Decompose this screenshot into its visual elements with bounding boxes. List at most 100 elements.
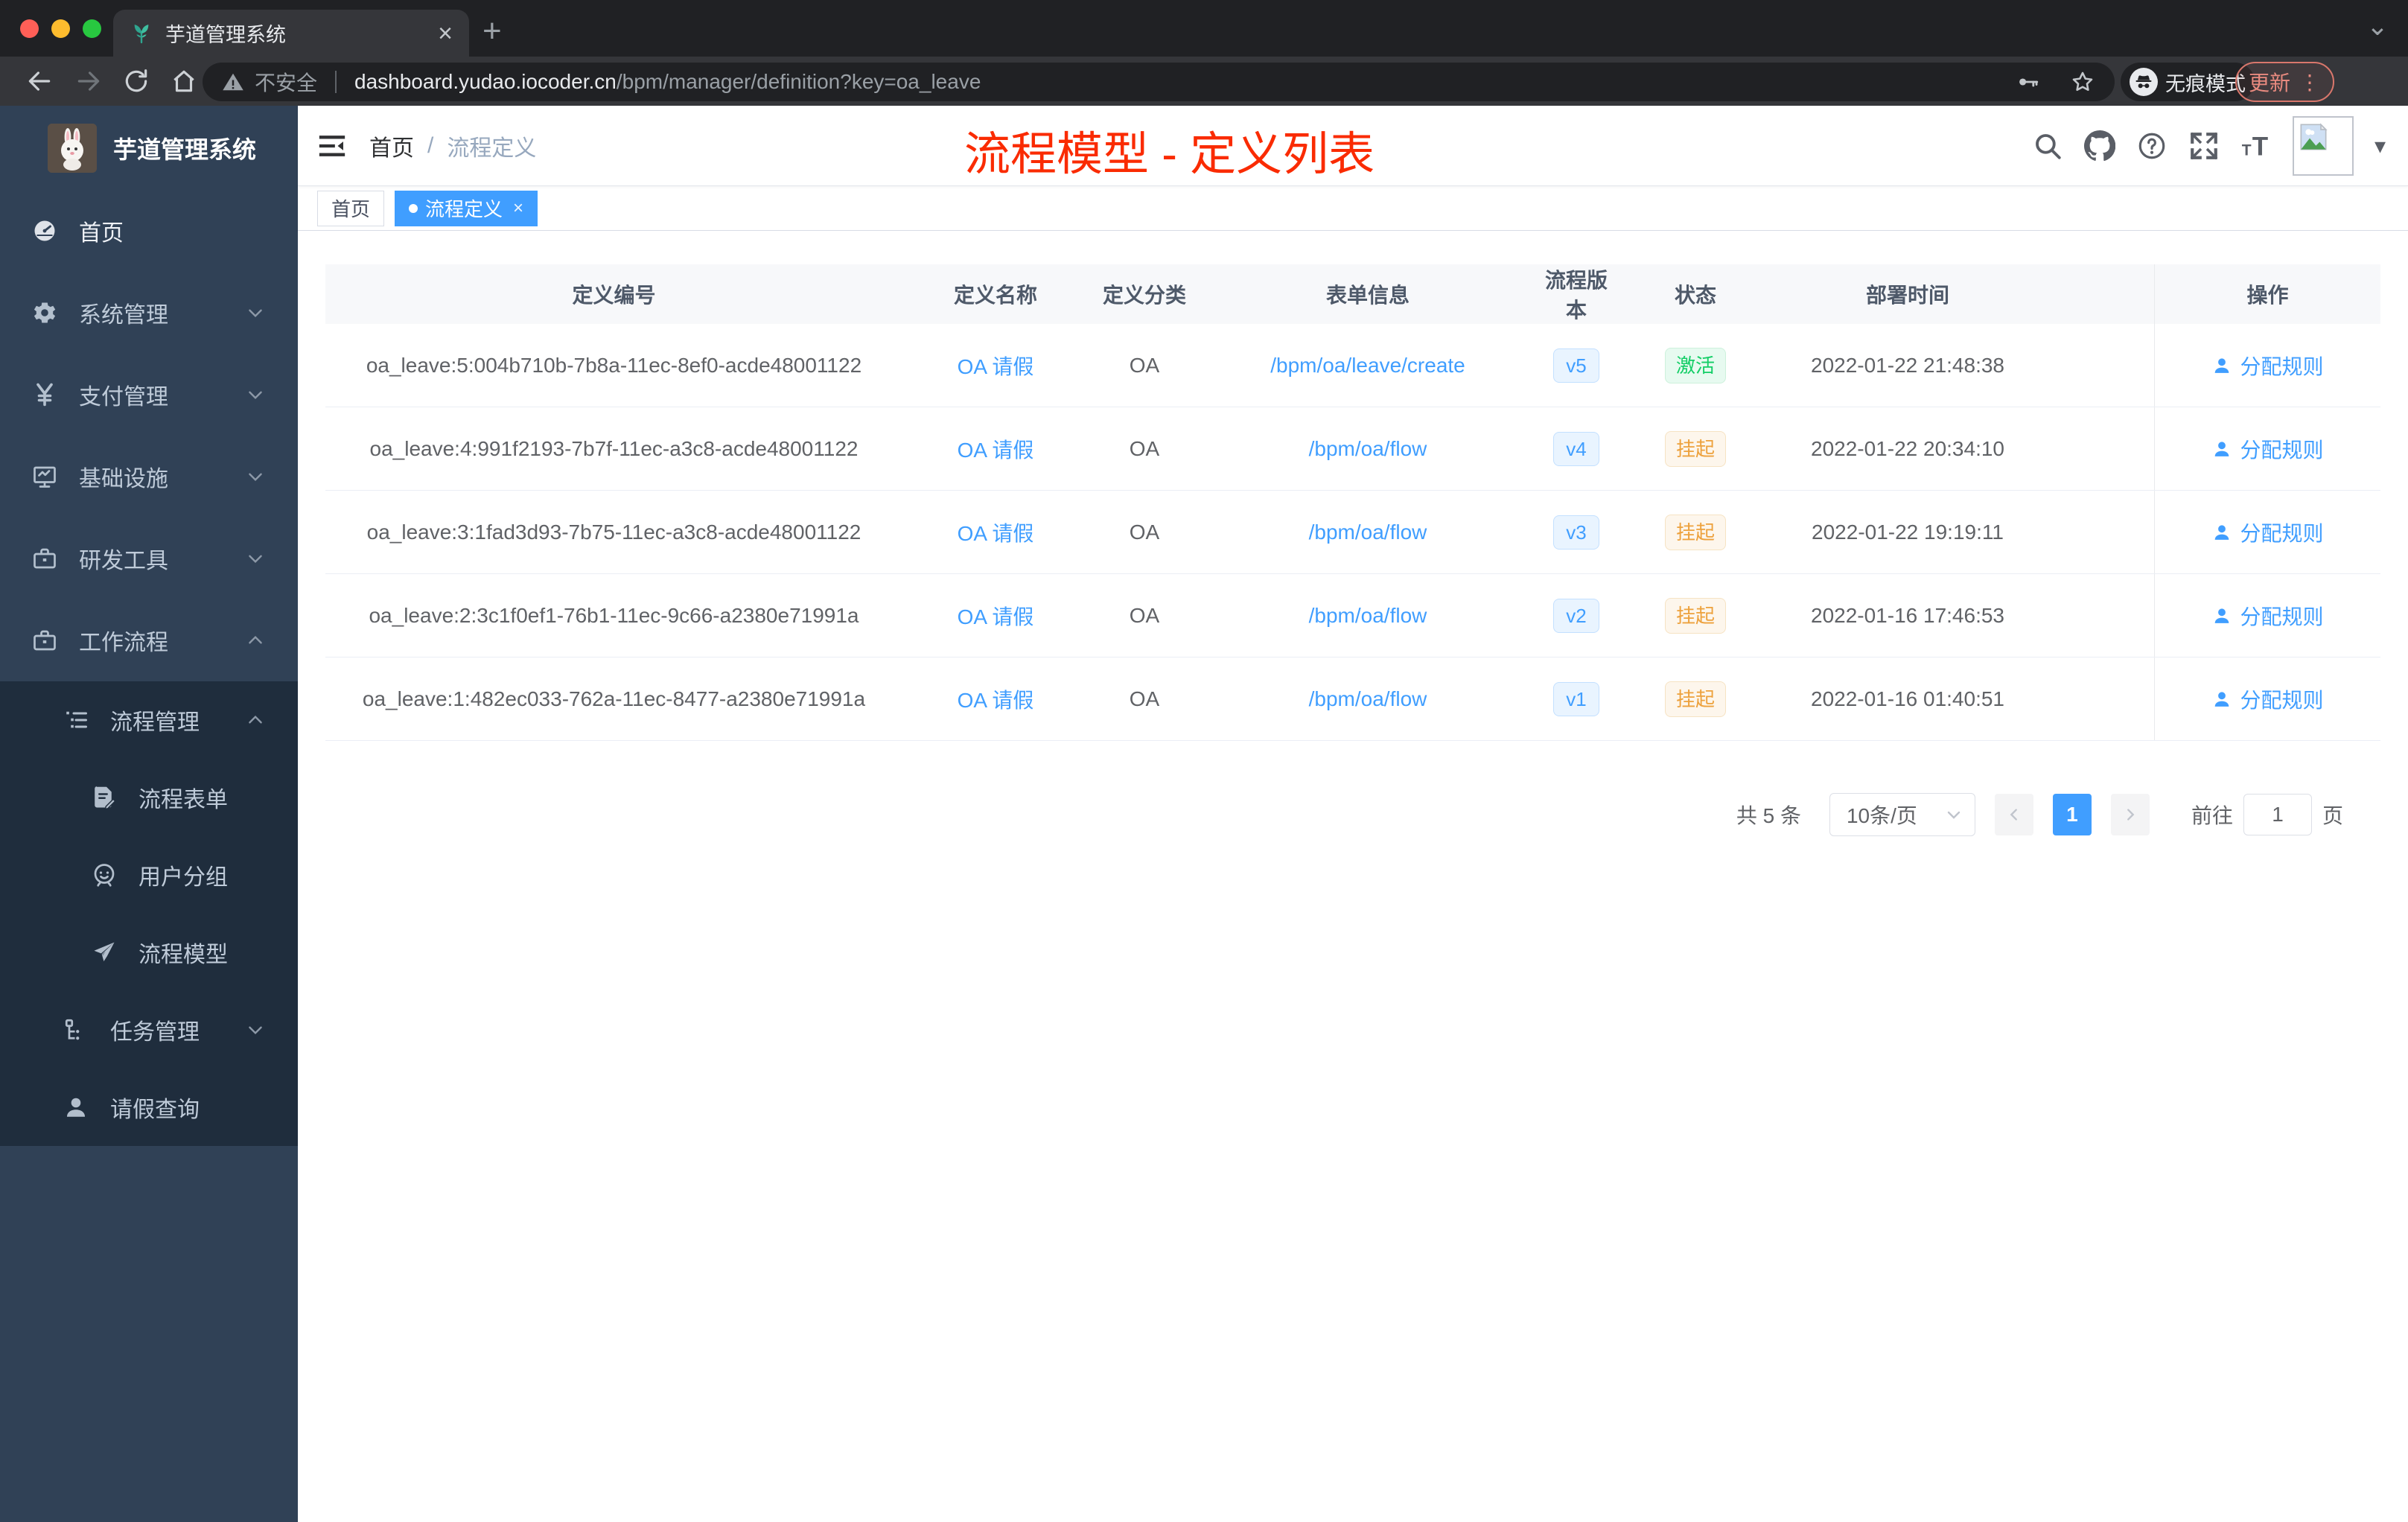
- bookmark-star-icon[interactable]: [2070, 69, 2095, 95]
- assign-rule-link[interactable]: 分配规则: [2211, 518, 2324, 547]
- page-number-1[interactable]: 1: [2052, 794, 2092, 835]
- breadcrumb-home[interactable]: 首页: [369, 130, 414, 162]
- form-info-cell: /bpm/oa/flow: [1200, 604, 1535, 628]
- sidebar-item-home[interactable]: 首页: [0, 190, 298, 272]
- search-icon[interactable]: [2032, 130, 2063, 162]
- form-info-link[interactable]: /bpm/oa/flow: [1309, 437, 1427, 460]
- form-info-cell: /bpm/oa/leave/create: [1200, 354, 1535, 378]
- form-info-link[interactable]: /bpm/oa/flow: [1309, 604, 1427, 627]
- window-controls[interactable]: [20, 19, 101, 38]
- sidebar-item-payment-mgmt[interactable]: 支付管理: [0, 354, 298, 436]
- incognito-badge: 无痕模式: [2121, 63, 2255, 101]
- sidebar-item-workflow[interactable]: 工作流程: [0, 599, 298, 681]
- next-page-button[interactable]: [2110, 794, 2150, 835]
- gear-icon: [31, 299, 58, 326]
- definition-table: 定义编号 定义名称 定义分类 表单信息 流程版本 状态 部署时间 操作 oa_l…: [325, 264, 2380, 741]
- deploy-time-cell: 2022-01-22 21:48:38: [1811, 353, 2004, 377]
- sidebar-collapse-icon[interactable]: [317, 131, 347, 161]
- password-key-icon[interactable]: [2015, 69, 2040, 95]
- tab-close-icon[interactable]: ×: [438, 21, 453, 46]
- update-label[interactable]: 更新: [2249, 67, 2290, 97]
- browser-tab[interactable]: 芋道管理系统 ×: [113, 10, 469, 57]
- face-icon: [91, 862, 118, 888]
- definition-name-cell: OA 请假: [902, 434, 1089, 464]
- font-size-icon[interactable]: TT: [2240, 130, 2272, 162]
- col-header-process-version: 流程版本: [1544, 269, 1608, 322]
- browser-menu-dots-icon[interactable]: ⋮: [2299, 70, 2321, 95]
- avatar-menu-caret-icon[interactable]: ▾: [2374, 133, 2386, 159]
- close-window-button[interactable]: [20, 19, 39, 38]
- url-text[interactable]: dashboard.yudao.iocoder.cn/bpm/manager/d…: [354, 70, 981, 94]
- assign-rule-link[interactable]: 分配规则: [2211, 351, 2324, 380]
- chevron-up-icon: [246, 631, 265, 650]
- sidebar-item-task-mgmt[interactable]: 任务管理: [0, 991, 298, 1069]
- sidebar-item-process-model[interactable]: 流程模型: [0, 914, 298, 991]
- sidebar-item-leave-query[interactable]: 请假查询: [0, 1069, 298, 1146]
- forward-icon[interactable]: [74, 67, 103, 95]
- sidebar-item-process-form[interactable]: 流程表单: [0, 759, 298, 836]
- form-info-link[interactable]: /bpm/oa/flow: [1309, 520, 1427, 544]
- definition-category-cell: OA: [1129, 687, 1160, 710]
- tag-close-icon[interactable]: ×: [513, 198, 523, 219]
- sidebar-item-system-mgmt[interactable]: 系统管理: [0, 272, 298, 354]
- assign-rule-link[interactable]: 分配规则: [2211, 684, 2324, 714]
- reload-icon[interactable]: [122, 67, 150, 95]
- goto-page-input[interactable]: [2243, 794, 2312, 835]
- browser-window: 芋道管理系统 × + ⌄ 不安全 dashboard.yudao.iocoder…: [0, 0, 2408, 1522]
- github-icon[interactable]: [2083, 130, 2115, 162]
- sidebar-item-dev-tools[interactable]: 研发工具: [0, 518, 298, 599]
- browser-update-button[interactable]: 更新 ⋮: [2235, 62, 2335, 102]
- deploy-time-cell: 2022-01-16 01:40:51: [1811, 687, 2004, 710]
- sidebar-item-label: 流程表单: [138, 788, 228, 812]
- sidebar-item-process-mgmt[interactable]: 流程管理: [0, 681, 298, 759]
- definition-name-cell: OA 请假: [902, 684, 1089, 714]
- sidebar-item-infrastructure[interactable]: 基础设施: [0, 436, 298, 518]
- security-warning-icon[interactable]: [222, 71, 244, 93]
- fullscreen-icon[interactable]: [2188, 130, 2220, 162]
- prev-page-button[interactable]: [1994, 794, 2033, 835]
- back-icon[interactable]: [25, 67, 54, 95]
- breadcrumb-separator: /: [427, 133, 434, 158]
- definition-name-link[interactable]: OA 请假: [958, 522, 1034, 545]
- navbar-actions: TT ▾: [2032, 106, 2386, 186]
- sidebar-item-user-group[interactable]: 用户分组: [0, 836, 298, 914]
- tag-home[interactable]: 首页: [317, 190, 385, 226]
- goto-label: 前往: [2191, 804, 2233, 827]
- form-info-link[interactable]: /bpm/oa/leave/create: [1270, 354, 1465, 377]
- url-bar[interactable]: 不安全 dashboard.yudao.iocoder.cn/bpm/manag…: [203, 63, 2115, 101]
- version-badge: v1: [1553, 681, 1599, 716]
- form-info-link[interactable]: /bpm/oa/flow: [1309, 687, 1427, 710]
- definition-id-cell: oa_leave:3:1fad3d93-7b75-11ec-a3c8-acde4…: [366, 520, 861, 544]
- user-icon: [2211, 522, 2232, 543]
- new-tab-button[interactable]: +: [482, 15, 502, 48]
- home-icon[interactable]: [170, 67, 198, 95]
- main-panel: 首页 / 流程定义 流程模型 - 定义列表 T T ▾ 首页 流程定义 × 定义…: [298, 106, 2408, 1522]
- status-badge: 挂起: [1664, 430, 1726, 467]
- definition-name-link[interactable]: OA 请假: [958, 689, 1034, 712]
- tab-search-chevron-icon[interactable]: ⌄: [2366, 10, 2389, 42]
- sidebar-logo-row[interactable]: 芋道管理系统: [0, 106, 298, 190]
- definition-name-link[interactable]: OA 请假: [958, 355, 1034, 378]
- definition-id-cell: oa_leave:5:004b710b-7b8a-11ec-8ef0-acde4…: [366, 353, 862, 377]
- security-label[interactable]: 不安全: [255, 67, 317, 97]
- avatar-broken-image[interactable]: [2292, 116, 2354, 176]
- version-badge: v3: [1553, 515, 1599, 550]
- sidebar-item-label: 系统管理: [79, 303, 168, 328]
- definition-category-cell: OA: [1129, 353, 1160, 377]
- tag-process-definition[interactable]: 流程定义 ×: [395, 190, 538, 226]
- assign-rule-link[interactable]: 分配规则: [2211, 601, 2324, 631]
- minimize-window-button[interactable]: [51, 19, 70, 38]
- definition-id-cell: oa_leave:4:991f2193-7b7f-11ec-a3c8-acde4…: [369, 436, 859, 460]
- col-header-actions: 操作: [2154, 264, 2380, 324]
- zoom-window-button[interactable]: [83, 19, 101, 38]
- col-header-form-info: 表单信息: [1325, 284, 1410, 307]
- definition-name-link[interactable]: OA 请假: [958, 605, 1034, 628]
- help-question-icon[interactable]: [2136, 130, 2167, 162]
- definition-name-link[interactable]: OA 请假: [958, 439, 1034, 462]
- incognito-icon: [2130, 68, 2158, 96]
- page-size-select[interactable]: 10条/页: [1829, 793, 1975, 836]
- tags-view: 首页 流程定义 ×: [298, 186, 2408, 231]
- tab-title: 芋道管理系统: [165, 24, 286, 46]
- status-cell: 挂起: [1617, 430, 1774, 467]
- assign-rule-link[interactable]: 分配规则: [2211, 434, 2324, 464]
